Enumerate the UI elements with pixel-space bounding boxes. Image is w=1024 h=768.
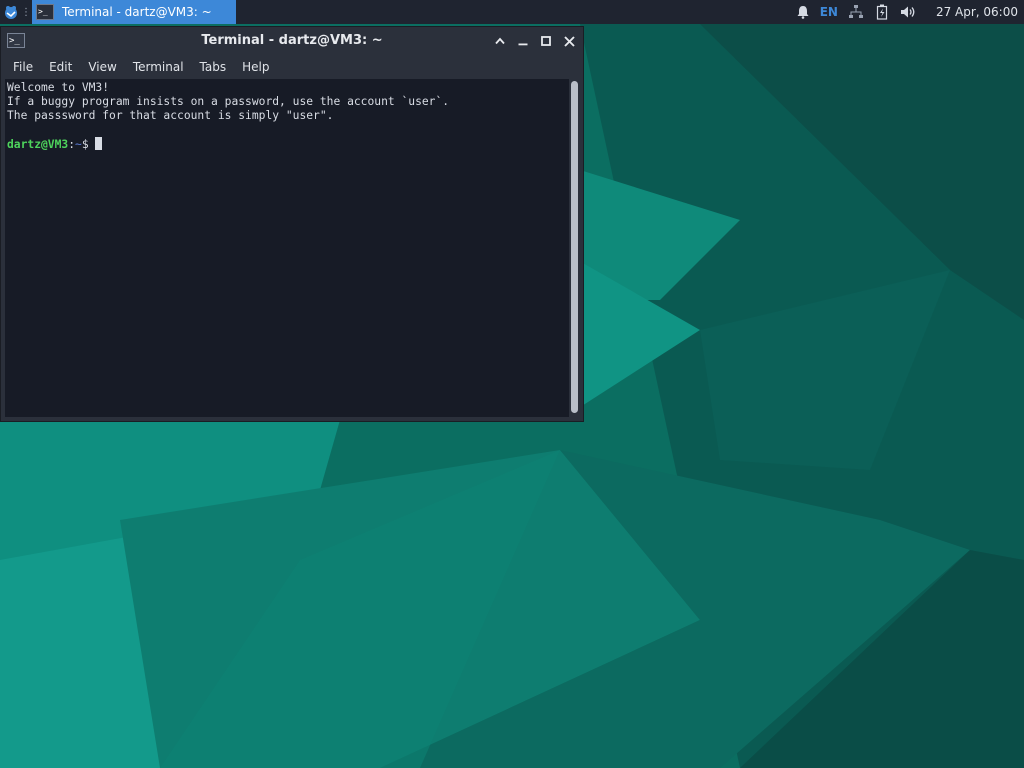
panel-separator: ⋮: [21, 6, 31, 18]
network-icon[interactable]: [842, 0, 870, 24]
menu-edit[interactable]: Edit: [41, 55, 80, 79]
terminal-window: >_ Terminal - dartz@VM3: ~ File Edit Vie…: [0, 26, 584, 422]
terminal-icon: >_: [36, 4, 54, 20]
prompt-user-host: dartz@VM3: [7, 138, 69, 151]
top-panel: ⋮ >_ Terminal - dartz@VM3: ~ EN 27 Apr, …: [0, 0, 1024, 24]
window-menubar: File Edit View Terminal Tabs Help: [1, 55, 583, 79]
output-line: Welcome to VM3!: [7, 81, 110, 94]
chevron-up-icon[interactable]: [491, 32, 509, 50]
scrollbar-thumb[interactable]: [571, 81, 578, 413]
output-line: The passsword for that account is simply…: [7, 109, 334, 122]
prompt-symbol: $: [81, 138, 96, 151]
keyboard-layout-indicator[interactable]: EN: [816, 0, 842, 24]
text-cursor: [95, 137, 103, 150]
menu-file[interactable]: File: [5, 55, 41, 79]
menu-view[interactable]: View: [80, 55, 124, 79]
taskbar-terminal-button[interactable]: >_ Terminal - dartz@VM3: ~: [32, 0, 236, 24]
close-icon[interactable]: [560, 32, 578, 50]
terminal-output[interactable]: Welcome to VM3! If a buggy program insis…: [5, 79, 569, 417]
menu-help[interactable]: Help: [234, 55, 277, 79]
menu-tabs[interactable]: Tabs: [192, 55, 235, 79]
prompt-path: ~: [75, 138, 82, 151]
bell-icon[interactable]: [790, 0, 816, 24]
speaker-icon[interactable]: [894, 0, 922, 24]
taskbar-terminal-label: Terminal - dartz@VM3: ~: [62, 5, 212, 19]
panel-clock[interactable]: 27 Apr, 06:00: [922, 5, 1018, 19]
output-line: If a buggy program insists on a password…: [7, 95, 450, 108]
battery-icon[interactable]: [870, 0, 894, 24]
prompt-separator: :: [68, 138, 76, 151]
prompt-line: dartz@VM3:~$: [7, 137, 567, 152]
terminal-scrollbar[interactable]: [569, 79, 581, 417]
minimize-icon[interactable]: [514, 32, 532, 50]
menu-terminal[interactable]: Terminal: [125, 55, 192, 79]
whisker-menu-icon[interactable]: [0, 0, 22, 24]
window-titlebar[interactable]: >_ Terminal - dartz@VM3: ~: [1, 27, 583, 55]
maximize-icon[interactable]: [537, 32, 555, 50]
